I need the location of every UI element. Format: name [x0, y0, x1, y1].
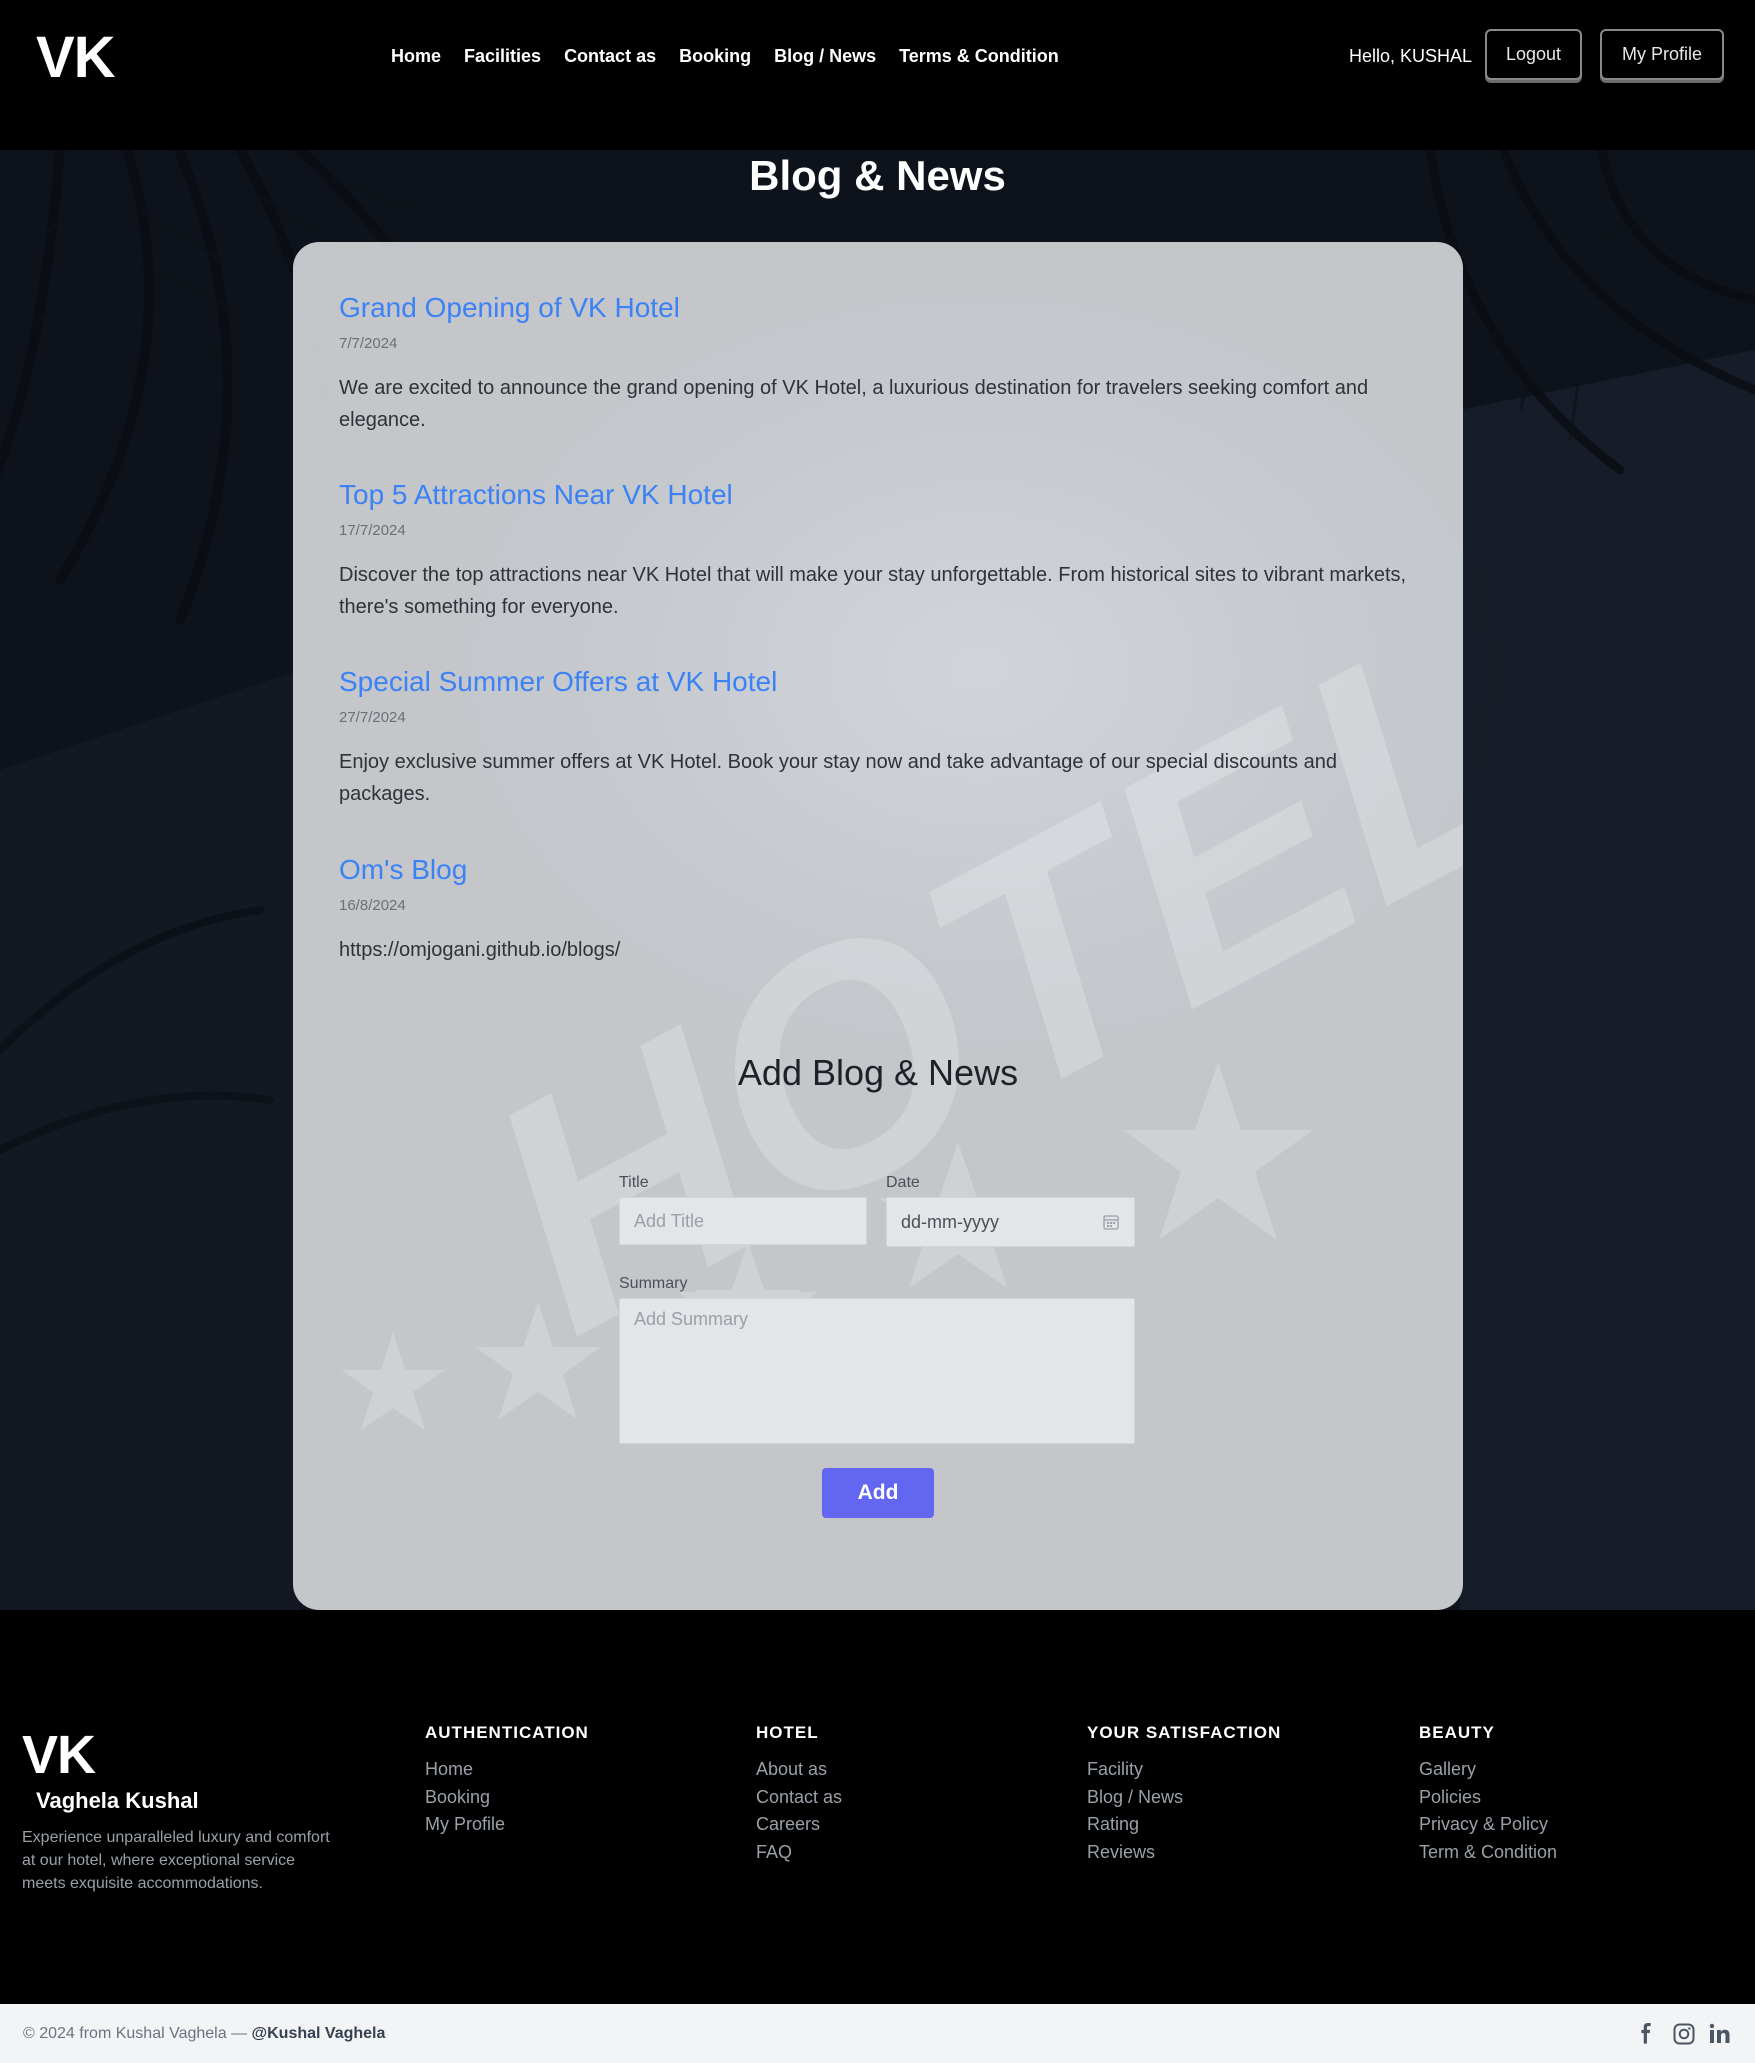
- footer-column-beauty: BEAUTY Gallery Policies Privacy & Policy…: [1419, 1722, 1557, 1866]
- post-title[interactable]: Top 5 Attractions Near VK Hotel: [339, 477, 1429, 513]
- copyright-bar: © 2024 from Kushal Vaghela — @Kushal Vag…: [0, 2004, 1755, 2063]
- footer-logo: VK: [22, 1725, 96, 1785]
- post-date: 7/7/2024: [339, 335, 398, 352]
- nav-home[interactable]: Home: [391, 42, 441, 70]
- add-blog-heading: Add Blog & News: [737, 1052, 1019, 1093]
- user-greeting: Hello, KUSHAL: [1349, 46, 1473, 66]
- my-profile-button[interactable]: My Profile: [1600, 29, 1724, 80]
- author-handle-link[interactable]: @Kushal Vaghela: [252, 2025, 386, 2042]
- footer-link[interactable]: My Profile: [425, 1811, 589, 1839]
- footer-column-hotel: HOTEL About as Contact as Careers FAQ: [756, 1722, 842, 1866]
- facebook-icon[interactable]: [1635, 2022, 1659, 2046]
- footer-column-heading: HOTEL: [756, 1723, 819, 1742]
- title-input[interactable]: [619, 1197, 867, 1245]
- blog-post: Grand Opening of VK Hotel 7/7/2024 We ar…: [339, 290, 1429, 436]
- logout-button[interactable]: Logout: [1485, 29, 1582, 80]
- summary-label: Summary: [619, 1275, 688, 1292]
- post-date: 27/7/2024: [339, 709, 406, 726]
- footer-link[interactable]: Booking: [425, 1784, 589, 1812]
- nav-booking[interactable]: Booking: [679, 42, 751, 70]
- nav-blog-news[interactable]: Blog / News: [774, 42, 876, 70]
- footer-link[interactable]: Home: [425, 1756, 589, 1784]
- copyright-label: © 2024 from Kushal Vaghela —: [23, 2025, 248, 2042]
- footer-description: Experience unparalleled luxury and comfo…: [22, 1829, 330, 1892]
- nav-terms[interactable]: Terms & Condition: [899, 42, 1059, 70]
- footer-column-satisfaction: YOUR SATISFACTION Facility Blog / News R…: [1087, 1722, 1281, 1866]
- post-summary: We are excited to announce the grand ope…: [339, 377, 1369, 431]
- calendar-icon[interactable]: [1102, 1213, 1120, 1231]
- footer-link[interactable]: About as: [756, 1756, 842, 1784]
- site-footer: VK Vaghela Kushal Experience unparallele…: [0, 1610, 1755, 2004]
- main-nav: Home Facilities Contact as Booking Blog …: [391, 42, 1082, 70]
- footer-link[interactable]: Reviews: [1087, 1839, 1281, 1867]
- blog-post: Om's Blog 16/8/2024 https://omjogani.git…: [339, 852, 1429, 966]
- post-date: 17/7/2024: [339, 522, 406, 539]
- footer-link[interactable]: Term & Condition: [1419, 1839, 1557, 1867]
- site-header: VK Home Facilities Contact as Booking Bl…: [0, 0, 1755, 150]
- footer-link[interactable]: Policies: [1419, 1784, 1557, 1812]
- nav-facilities[interactable]: Facilities: [464, 42, 541, 70]
- blog-post: Top 5 Attractions Near VK Hotel 17/7/202…: [339, 477, 1429, 623]
- post-title[interactable]: Special Summer Offers at VK Hotel: [339, 664, 1429, 700]
- add-button[interactable]: Add: [822, 1468, 934, 1518]
- post-date: 16/8/2024: [339, 897, 406, 914]
- post-title[interactable]: Om's Blog: [339, 852, 1429, 888]
- nav-contact[interactable]: Contact as: [564, 42, 656, 70]
- footer-column-heading: AUTHENTICATION: [425, 1723, 589, 1742]
- post-summary: Enjoy exclusive summer offers at VK Hote…: [339, 751, 1337, 805]
- date-label: Date: [886, 1174, 920, 1191]
- footer-link[interactable]: FAQ: [756, 1839, 842, 1867]
- summary-textarea[interactable]: [619, 1298, 1135, 1444]
- title-label: Title: [619, 1174, 649, 1191]
- copyright-text: © 2024 from Kushal Vaghela — @Kushal Vag…: [23, 2023, 385, 2045]
- footer-link[interactable]: Careers: [756, 1811, 842, 1839]
- linkedin-icon[interactable]: [1708, 2022, 1732, 2046]
- instagram-icon[interactable]: [1672, 2022, 1696, 2046]
- footer-link[interactable]: Privacy & Policy: [1419, 1811, 1557, 1839]
- footer-link[interactable]: Facility: [1087, 1756, 1281, 1784]
- footer-link[interactable]: Rating: [1087, 1811, 1281, 1839]
- post-summary: Discover the top attractions near VK Hot…: [339, 564, 1407, 618]
- post-summary: https://omjogani.github.io/blogs/: [339, 939, 621, 961]
- page-title: Blog & News: [749, 152, 1006, 199]
- footer-link[interactable]: Blog / News: [1087, 1784, 1281, 1812]
- footer-brand-name: Vaghela Kushal: [36, 1788, 199, 1813]
- footer-column-heading: BEAUTY: [1419, 1723, 1495, 1742]
- footer-column-heading: YOUR SATISFACTION: [1087, 1723, 1282, 1742]
- site-logo[interactable]: VK: [36, 26, 116, 90]
- post-title[interactable]: Grand Opening of VK Hotel: [339, 290, 1429, 326]
- date-input[interactable]: dd-mm-yyyy: [886, 1197, 1135, 1247]
- blog-card: HOTEL Grand Opening of VK Hotel 7/7/2024…: [293, 242, 1463, 1610]
- date-placeholder: dd-mm-yyyy: [901, 1211, 999, 1232]
- footer-link[interactable]: Gallery: [1419, 1756, 1557, 1784]
- footer-link[interactable]: Contact as: [756, 1784, 842, 1812]
- blog-post: Special Summer Offers at VK Hotel 27/7/2…: [339, 664, 1429, 810]
- footer-column-authentication: AUTHENTICATION Home Booking My Profile: [425, 1722, 589, 1839]
